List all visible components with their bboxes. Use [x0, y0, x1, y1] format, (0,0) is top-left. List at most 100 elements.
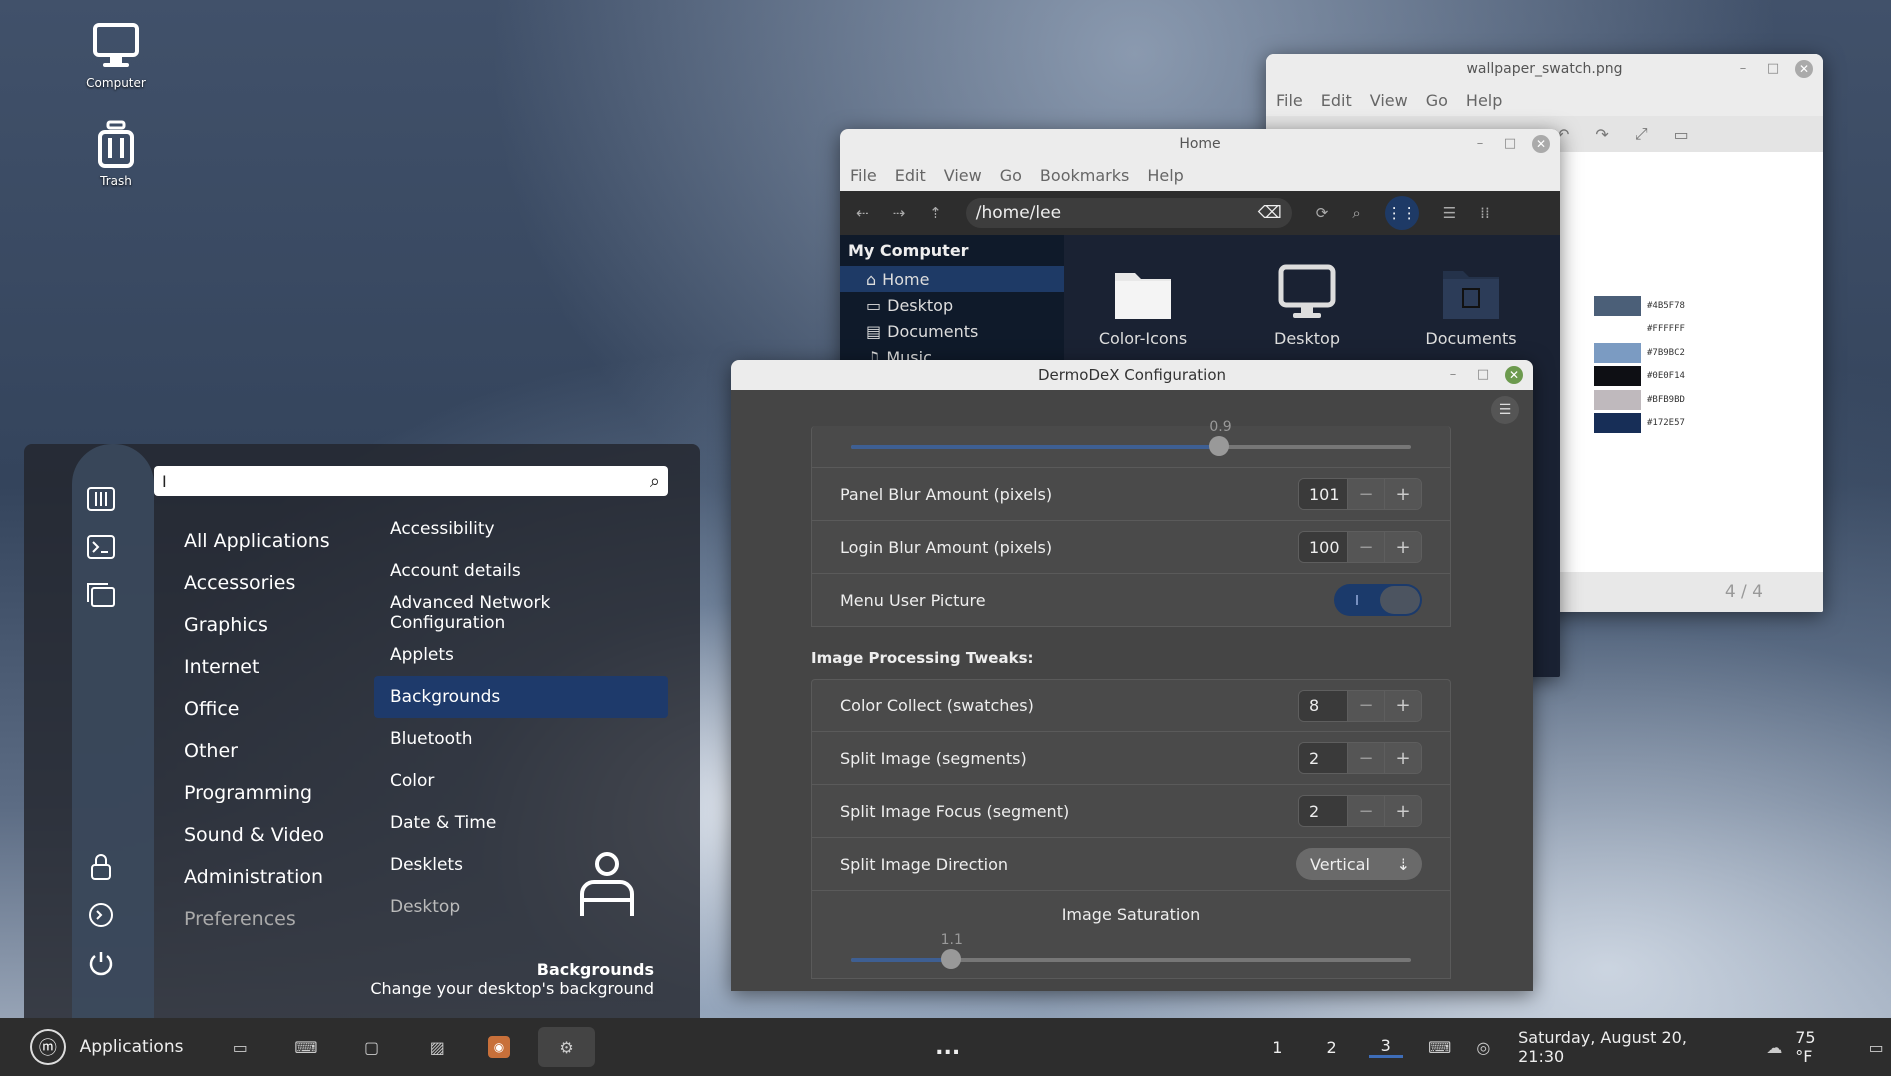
location-entry[interactable]: /home/lee ⌫: [965, 198, 1292, 228]
files-icon[interactable]: ▢: [357, 1032, 387, 1062]
menu-bookmarks[interactable]: Bookmarks: [1040, 166, 1129, 185]
sidebar-header[interactable]: My Computer: [840, 235, 1064, 266]
decrement-button[interactable]: −: [1347, 479, 1384, 509]
image-viewer-icon[interactable]: ▨: [422, 1032, 452, 1062]
maximize-button[interactable]: □: [1475, 367, 1491, 383]
decrement-button[interactable]: −: [1347, 743, 1384, 773]
slider-knob[interactable]: [940, 949, 961, 969]
category-item[interactable]: All Applications: [184, 520, 330, 562]
eye-app-icon[interactable]: ◉: [488, 1036, 510, 1058]
spin-value[interactable]: 100: [1299, 532, 1347, 562]
weather-icon[interactable]: ☁: [1760, 1032, 1790, 1062]
icon-view-icon[interactable]: ⋮⋮: [1384, 196, 1419, 230]
refresh-icon[interactable]: ⟳: [1316, 204, 1329, 222]
saturation-slider[interactable]: 1.1: [851, 932, 1411, 969]
spin-button[interactable]: 101 − +: [1298, 478, 1422, 510]
back-icon[interactable]: ⇠: [856, 204, 869, 222]
menu-file[interactable]: File: [850, 166, 877, 185]
files-icon[interactable]: [86, 580, 116, 610]
spin-value[interactable]: 101: [1299, 479, 1347, 509]
app-item[interactable]: Account details: [374, 550, 668, 592]
more-button[interactable]: ...: [935, 1035, 960, 1060]
menu-button[interactable]: ⓜ: [30, 1029, 66, 1065]
spin-button[interactable]: 2 − +: [1298, 742, 1422, 774]
titlebar[interactable]: wallpaper_swatch.png – □ ✕: [1266, 54, 1823, 84]
sidebar-item-desktop[interactable]: ▭ Desktop: [840, 292, 1064, 318]
workspace-2[interactable]: 2: [1314, 1038, 1348, 1057]
increment-button[interactable]: +: [1384, 690, 1421, 721]
workspace-3[interactable]: 3: [1368, 1036, 1403, 1058]
up-icon[interactable]: ⇡: [929, 204, 942, 222]
spin-value[interactable]: 2: [1299, 743, 1347, 773]
spin-button[interactable]: 100 − +: [1298, 531, 1422, 563]
clock[interactable]: Saturday, August 20, 21:30: [1518, 1028, 1735, 1066]
app-item[interactable]: Bluetooth: [374, 718, 668, 760]
decrement-button[interactable]: −: [1347, 532, 1384, 562]
category-item[interactable]: Other: [184, 730, 330, 772]
app-item[interactable]: Date & Time: [374, 802, 668, 844]
category-item[interactable]: Accessories: [184, 562, 330, 604]
show-desktop-icon[interactable]: ▭: [225, 1032, 255, 1062]
minimize-button[interactable]: –: [1735, 61, 1751, 77]
workspace-1[interactable]: 1: [1260, 1038, 1294, 1057]
spin-button[interactable]: 2 − +: [1298, 795, 1422, 827]
menu-go[interactable]: Go: [1000, 166, 1022, 185]
hamburger-menu-icon[interactable]: ☰: [1491, 396, 1519, 424]
maximize-button[interactable]: □: [1765, 61, 1781, 77]
maximize-button[interactable]: □: [1502, 136, 1518, 152]
increment-button[interactable]: +: [1384, 796, 1421, 826]
terminal-icon[interactable]: [86, 532, 116, 562]
search-icon[interactable]: ⌕: [650, 471, 660, 492]
direction-combo[interactable]: Vertical ⇣: [1296, 848, 1422, 880]
titlebar[interactable]: DermoDeX Configuration – □ ✕: [731, 360, 1533, 390]
slider-knob[interactable]: [1209, 435, 1230, 456]
increment-button[interactable]: +: [1384, 479, 1421, 509]
decrement-button[interactable]: −: [1347, 690, 1384, 721]
desktop-icon-computer[interactable]: Computer: [66, 20, 166, 90]
spin-value[interactable]: 2: [1299, 796, 1347, 826]
compact-view-icon[interactable]: ⁞⁞: [1480, 204, 1490, 222]
clear-icon[interactable]: ⌫: [1258, 203, 1282, 223]
app-item[interactable]: Advanced Network Configuration: [374, 592, 668, 634]
category-item[interactable]: Sound & Video: [184, 814, 330, 856]
app-item-selected[interactable]: Backgrounds: [374, 676, 668, 718]
lock-icon[interactable]: [86, 852, 116, 882]
logout-icon[interactable]: [86, 900, 116, 930]
menu-go[interactable]: Go: [1426, 91, 1448, 110]
desktop-icon-trash[interactable]: Trash: [66, 118, 166, 188]
menu-edit[interactable]: Edit: [1321, 91, 1352, 110]
close-button[interactable]: ✕: [1532, 135, 1550, 153]
spin-button[interactable]: 8 − +: [1298, 689, 1422, 722]
fullscreen-icon[interactable]: ⤢: [1635, 124, 1648, 144]
terminal-icon[interactable]: ⌨: [291, 1032, 321, 1062]
notifications-icon[interactable]: ▭: [1861, 1032, 1891, 1062]
config-window[interactable]: DermoDeX Configuration – □ ✕ ☰ 0.9 Panel…: [731, 360, 1533, 991]
close-button[interactable]: ✕: [1795, 60, 1813, 78]
menu-help[interactable]: Help: [1147, 166, 1183, 185]
app-item[interactable]: Applets: [374, 634, 668, 676]
folder-item[interactable]: Desktop: [1242, 263, 1372, 348]
sidebar-item-home[interactable]: ⌂ Home: [840, 266, 1064, 292]
menu-file[interactable]: File: [1276, 91, 1303, 110]
sidebar-item-documents[interactable]: ▤ Documents: [840, 318, 1064, 344]
app-item[interactable]: Accessibility: [374, 508, 668, 550]
category-item[interactable]: Office: [184, 688, 330, 730]
menu-help[interactable]: Help: [1466, 91, 1502, 110]
increment-button[interactable]: +: [1384, 532, 1421, 562]
category-item[interactable]: Preferences: [184, 898, 330, 940]
minimize-button[interactable]: –: [1472, 136, 1488, 152]
category-item[interactable]: Internet: [184, 646, 330, 688]
decrement-button[interactable]: −: [1347, 796, 1384, 826]
increment-button[interactable]: +: [1384, 743, 1421, 773]
toggle-switch[interactable]: [1334, 584, 1422, 616]
minimize-button[interactable]: –: [1445, 367, 1461, 383]
menu-edit[interactable]: Edit: [895, 166, 926, 185]
applications-label[interactable]: Applications: [80, 1037, 184, 1057]
slideshow-icon[interactable]: ▭: [1674, 125, 1689, 144]
category-item[interactable]: Administration: [184, 856, 330, 898]
settings-icon[interactable]: [86, 484, 116, 514]
search-icon[interactable]: ⌕: [1352, 204, 1360, 222]
menu-view[interactable]: View: [1370, 91, 1408, 110]
power-icon[interactable]: [86, 948, 116, 978]
menu-view[interactable]: View: [944, 166, 982, 185]
